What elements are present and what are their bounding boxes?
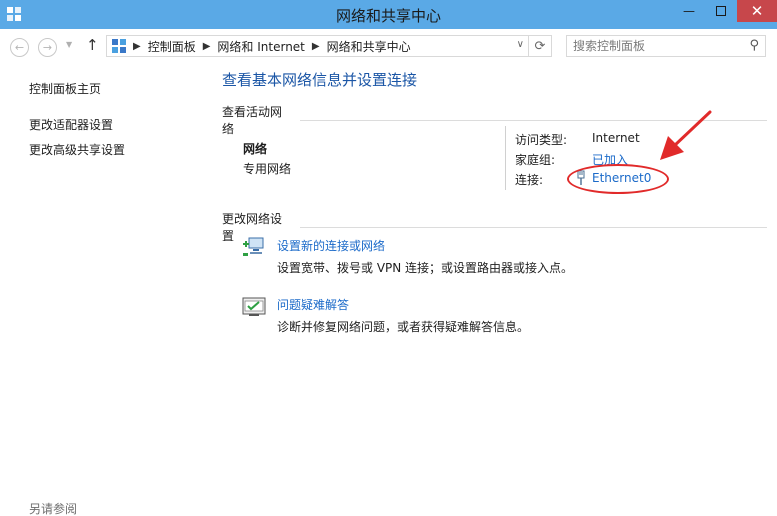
left-nav: 控制面板主页 更改适配器设置 更改高级共享设置 bbox=[29, 82, 189, 157]
network-setup-icon bbox=[243, 237, 264, 256]
see-also-heading: 另请参阅 bbox=[29, 502, 78, 516]
section-title: 查看活动网络 bbox=[222, 105, 283, 136]
maximize-button[interactable] bbox=[706, 0, 736, 22]
page-title: 查看基本网络信息并设置连接 bbox=[222, 71, 418, 89]
search-box[interactable]: ⚲ bbox=[566, 35, 766, 57]
back-button[interactable]: ← bbox=[10, 38, 29, 57]
search-input[interactable] bbox=[573, 36, 743, 56]
close-button[interactable]: ✕ bbox=[737, 0, 777, 22]
connections-label: 连接: bbox=[515, 173, 544, 187]
forward-button[interactable]: → bbox=[38, 38, 57, 57]
network-type: 专用网络 bbox=[243, 162, 292, 176]
homegroup-label: 家庭组: bbox=[515, 153, 556, 167]
arrow-right-icon: → bbox=[42, 41, 53, 54]
search-icon[interactable]: ⚲ bbox=[749, 38, 759, 53]
setup-new-connection-description: 设置宽带、拨号或 VPN 连接；或设置路由器或接入点。 bbox=[277, 261, 574, 275]
chevron-down-icon: ▼ bbox=[66, 40, 73, 49]
section-divider bbox=[299, 226, 767, 228]
troubleshoot-problems-description: 诊断并修复网络问题，或者获得疑难解答信息。 bbox=[277, 320, 530, 334]
breadcrumb-network-internet[interactable]: 网络和 Internet bbox=[217, 38, 304, 55]
breadcrumb-control-panel[interactable]: 控制面板 bbox=[148, 38, 196, 55]
title-bar: 网络和共享中心 — ✕ bbox=[0, 0, 777, 29]
control-panel-home-link[interactable]: 控制面板主页 bbox=[29, 82, 189, 96]
breadcrumb-separator[interactable]: ▶ bbox=[312, 41, 320, 52]
arrow-left-icon: ← bbox=[14, 41, 25, 54]
setup-new-connection-link[interactable]: 设置新的连接或网络 bbox=[277, 237, 385, 254]
network-name: 网络 bbox=[243, 142, 268, 156]
breadcrumb-separator[interactable]: ▶ bbox=[203, 41, 211, 52]
arrow-up-icon: ↑ bbox=[86, 36, 99, 54]
access-type-value: Internet bbox=[592, 131, 640, 145]
maximize-icon bbox=[716, 6, 726, 16]
troubleshoot-icon bbox=[242, 297, 266, 316]
window-title: 网络和共享中心 bbox=[335, 7, 441, 25]
troubleshoot-problems-link[interactable]: 问题疑难解答 bbox=[277, 296, 349, 313]
control-panel-icon bbox=[112, 39, 126, 53]
refresh-button[interactable]: ⟳ bbox=[529, 35, 552, 57]
change-adapter-settings-link[interactable]: 更改适配器设置 bbox=[29, 118, 189, 132]
refresh-icon: ⟳ bbox=[534, 38, 546, 54]
address-toolbar: ← → ▼ ↑ ▶ 控制面板 ▶ 网络和 Internet ▶ 网络和共享中心 … bbox=[0, 29, 777, 65]
close-icon: ✕ bbox=[750, 2, 764, 20]
breadcrumb-network-sharing-center[interactable]: 网络和共享中心 bbox=[327, 38, 411, 55]
breadcrumb-separator[interactable]: ▶ bbox=[133, 41, 141, 52]
network-divider bbox=[505, 126, 506, 190]
recent-locations-button[interactable]: ▼ bbox=[66, 40, 72, 49]
minimize-icon: — bbox=[683, 4, 695, 18]
address-dropdown-icon[interactable]: ∨ bbox=[517, 39, 524, 50]
up-button[interactable]: ↑ bbox=[86, 36, 99, 54]
change-advanced-sharing-link[interactable]: 更改高级共享设置 bbox=[29, 143, 189, 157]
address-bar[interactable]: ▶ 控制面板 ▶ 网络和 Internet ▶ 网络和共享中心 ∨ bbox=[106, 35, 529, 57]
annotation-arrow-icon bbox=[660, 110, 712, 160]
minimize-button[interactable]: — bbox=[674, 0, 704, 22]
access-type-label: 访问类型: bbox=[515, 133, 568, 147]
